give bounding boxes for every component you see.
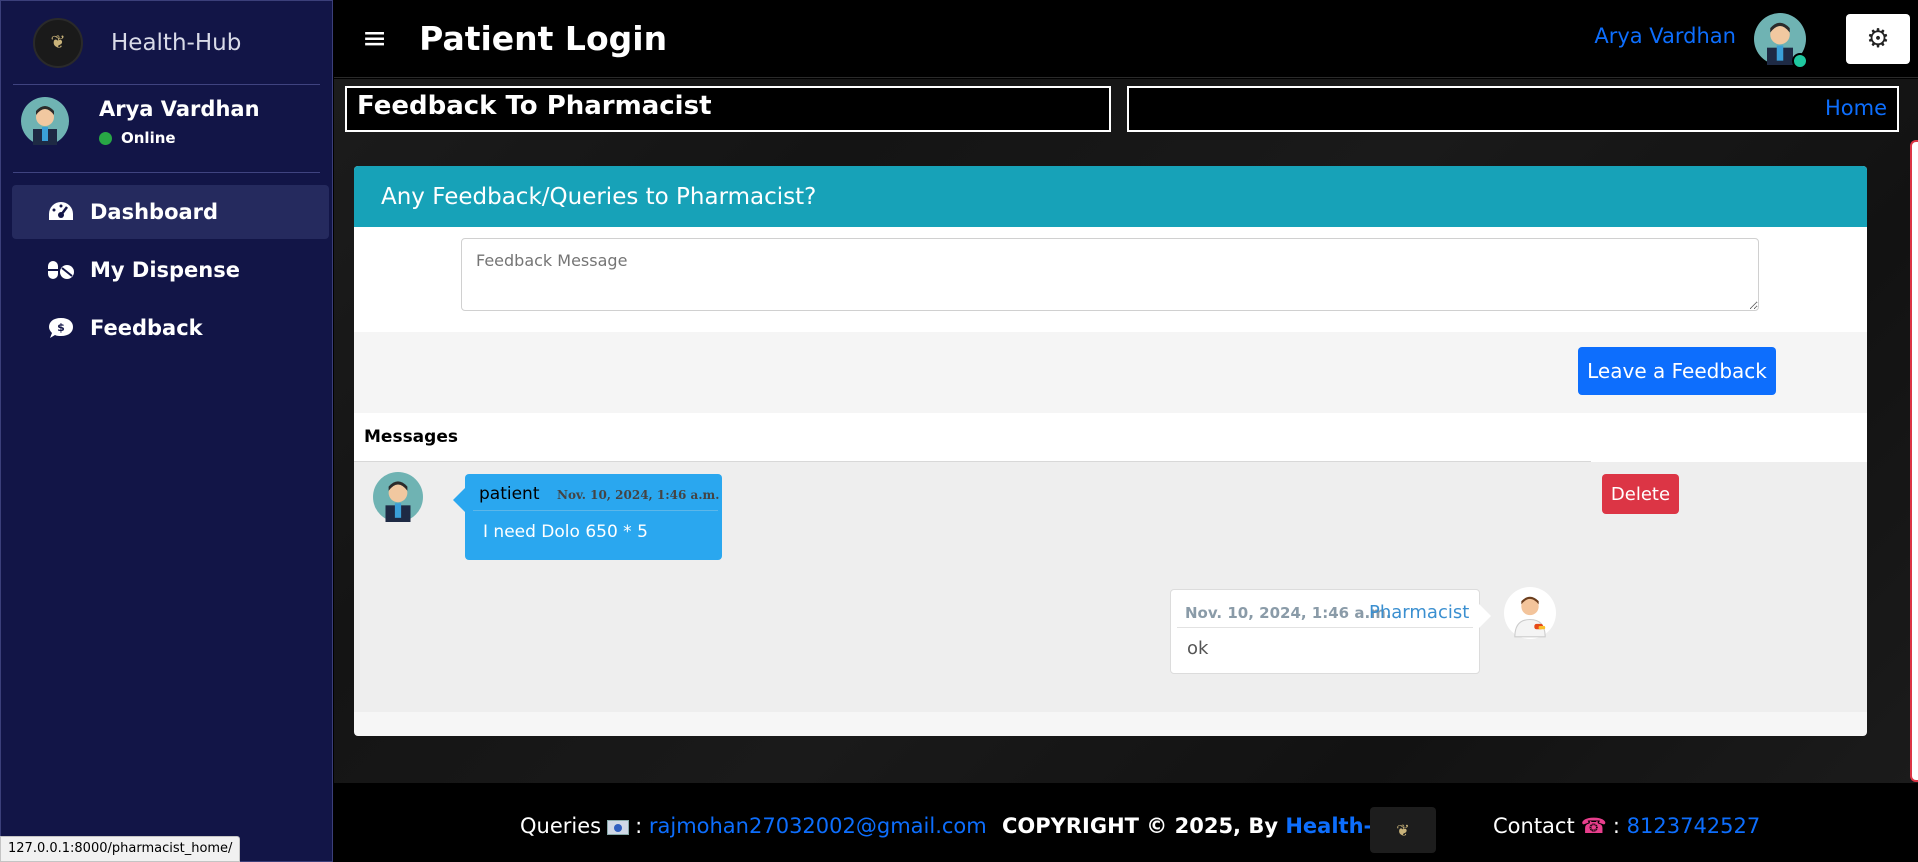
form-actions: Leave a Feedback [354, 332, 1867, 413]
footer-email-link[interactable]: rajmohan27032002@gmail.com [649, 814, 987, 838]
patient-message-bubble: patient Nov. 10, 2024, 1:46 a.m. I need … [453, 474, 722, 560]
pharmacist-avatar-icon [1504, 587, 1556, 639]
message-timestamp: Nov. 10, 2024, 1:46 a.m. [1185, 604, 1392, 622]
settings-button[interactable]: ⚙ [1846, 14, 1910, 64]
message-divider [1177, 627, 1473, 628]
scrollbar[interactable] [1910, 140, 1918, 782]
message-timestamp: Nov. 10, 2024, 1:46 a.m. [557, 488, 720, 502]
copyright-text: COPYRIGHT © 2025, By [1002, 814, 1279, 838]
topbar: ≡ Patient Login Arya Vardhan ⚙ [334, 0, 1918, 78]
health-hub-logo-icon: ❦ [33, 17, 83, 68]
user-status: Online [99, 129, 260, 147]
sidebar-item-dashboard[interactable]: Dashboard [12, 185, 329, 239]
message-divider [473, 510, 718, 511]
email-icon [607, 819, 630, 835]
svg-text:$: $ [57, 321, 65, 334]
online-status-icon [99, 131, 112, 145]
contact-label: Contact [1493, 814, 1575, 838]
comment-dollar-icon: $ [46, 316, 76, 340]
feedback-card: Any Feedback/Queries to Pharmacist? Leav… [354, 166, 1867, 736]
footer-copyright: COPYRIGHT © 2025, By Health-Hub [1002, 814, 1420, 838]
sidebar-item-feedback[interactable]: $ Feedback [12, 301, 329, 355]
sidebar-user-name: Arya Vardhan [99, 97, 260, 121]
brand-name: Health-Hub [111, 29, 242, 56]
gear-icon: ⚙ [1866, 24, 1890, 54]
messages-heading: Messages [354, 413, 1591, 462]
topbar-user-name[interactable]: Arya Vardhan [1594, 24, 1736, 48]
footer: Queries: rajmohan27032002@gmail.com COPY… [334, 783, 1918, 862]
breadcrumb-home-link[interactable]: Home [1825, 96, 1887, 120]
online-indicator-icon [1792, 53, 1808, 69]
feedback-message-input[interactable] [461, 238, 1759, 311]
page-heading-box: Feedback To Pharmacist [345, 86, 1111, 132]
messages-list: patient Nov. 10, 2024, 1:46 a.m. I need … [354, 462, 1867, 712]
hamburger-menu-icon[interactable]: ≡ [362, 21, 387, 56]
sidebar-item-label: Dashboard [90, 200, 219, 224]
card-header: Any Feedback/Queries to Pharmacist? [354, 166, 1867, 227]
footer-contact: Contact ☎: 8123742527 [1493, 814, 1761, 838]
sidebar-item-label: My Dispense [90, 258, 240, 282]
breadcrumb: Home [1127, 86, 1899, 132]
message-text: ok [1187, 638, 1209, 659]
feedback-form [354, 227, 1867, 332]
pills-icon [46, 259, 76, 281]
page-title: Patient Login [419, 19, 668, 58]
message-text: I need Dolo 650 * 5 [483, 522, 648, 542]
brand[interactable]: ❦ Health-Hub [13, 1, 320, 85]
user-avatar [21, 97, 69, 145]
status-label: Online [121, 129, 176, 147]
sidebar-item-my-dispense[interactable]: My Dispense [12, 243, 329, 297]
footer-queries: Queries: rajmohan27032002@gmail.com [520, 814, 987, 838]
delete-message-button[interactable]: Delete [1602, 474, 1679, 514]
phone-icon: ☎ [1580, 814, 1607, 838]
sidebar: ❦ Health-Hub Arya Vardhan Online Dashboa… [0, 0, 333, 862]
pharmacist-message-bubble: Nov. 10, 2024, 1:46 a.m. Pharmacist ok [1170, 589, 1491, 674]
message-author: patient [479, 484, 540, 504]
message-author: Pharmacist [1369, 602, 1470, 623]
footer-phone-link[interactable]: 8123742527 [1627, 814, 1761, 838]
main-content: Feedback To Pharmacist Home Any Feedback… [334, 79, 1918, 783]
status-bar-url: 127.0.0.1:8000/pharmacist_home/ [0, 836, 241, 862]
user-panel: Arya Vardhan Online [13, 85, 320, 173]
page-heading: Feedback To Pharmacist [357, 91, 712, 121]
sidebar-item-label: Feedback [90, 316, 203, 340]
leave-feedback-button[interactable]: Leave a Feedback [1578, 347, 1776, 395]
sidebar-nav: Dashboard My Dispense $ Feedback [1, 185, 332, 355]
dashboard-icon [46, 200, 76, 224]
messages-heading-fill [1591, 413, 1867, 462]
queries-label: Queries [520, 814, 602, 838]
patient-avatar-icon [373, 472, 423, 522]
topbar-avatar[interactable] [1754, 13, 1808, 69]
footer-logo-icon: ❦ [1370, 807, 1436, 853]
